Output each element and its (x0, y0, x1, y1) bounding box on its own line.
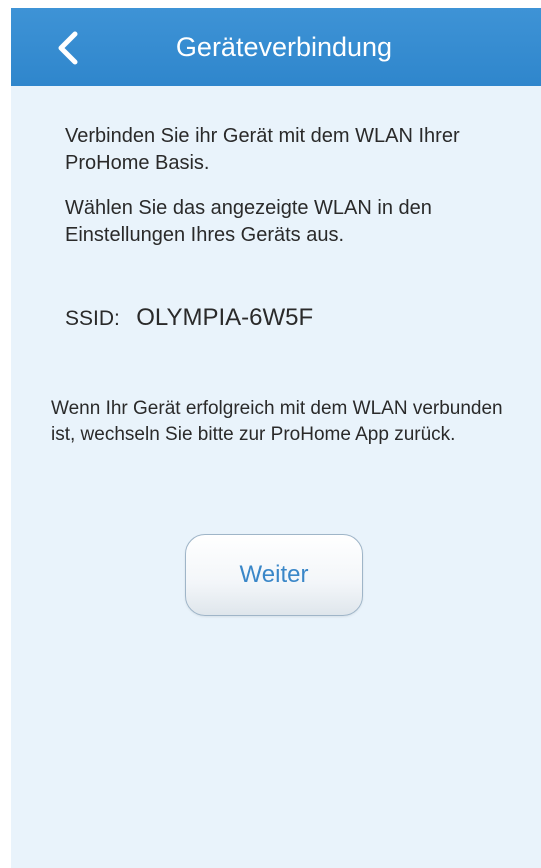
app-panel: Geräteverbindung Verbinden Sie ihr Gerät… (11, 8, 541, 868)
instruction-text: Wählen Sie das angezeigte WLAN in den Ei… (65, 197, 432, 246)
page-title: Geräteverbindung (175, 32, 393, 62)
ssid-value: OLYMPIA-6W5F (136, 304, 314, 331)
intro-text: Verbinden Sie ihr Gerät mit dem WLAN Ihr… (65, 125, 460, 174)
return-note: Wenn Ihr Gerät erfolgreich mit dem WLAN … (51, 398, 503, 445)
ssid-label: SSID: (65, 307, 120, 330)
screen: Geräteverbindung Verbinden Sie ihr Gerät… (0, 0, 541, 868)
navigation-bar: Geräteverbindung (11, 8, 541, 86)
ssid-row: SSID: OLYMPIA-6W5F (65, 304, 313, 332)
continue-button[interactable]: Weiter (185, 534, 363, 616)
